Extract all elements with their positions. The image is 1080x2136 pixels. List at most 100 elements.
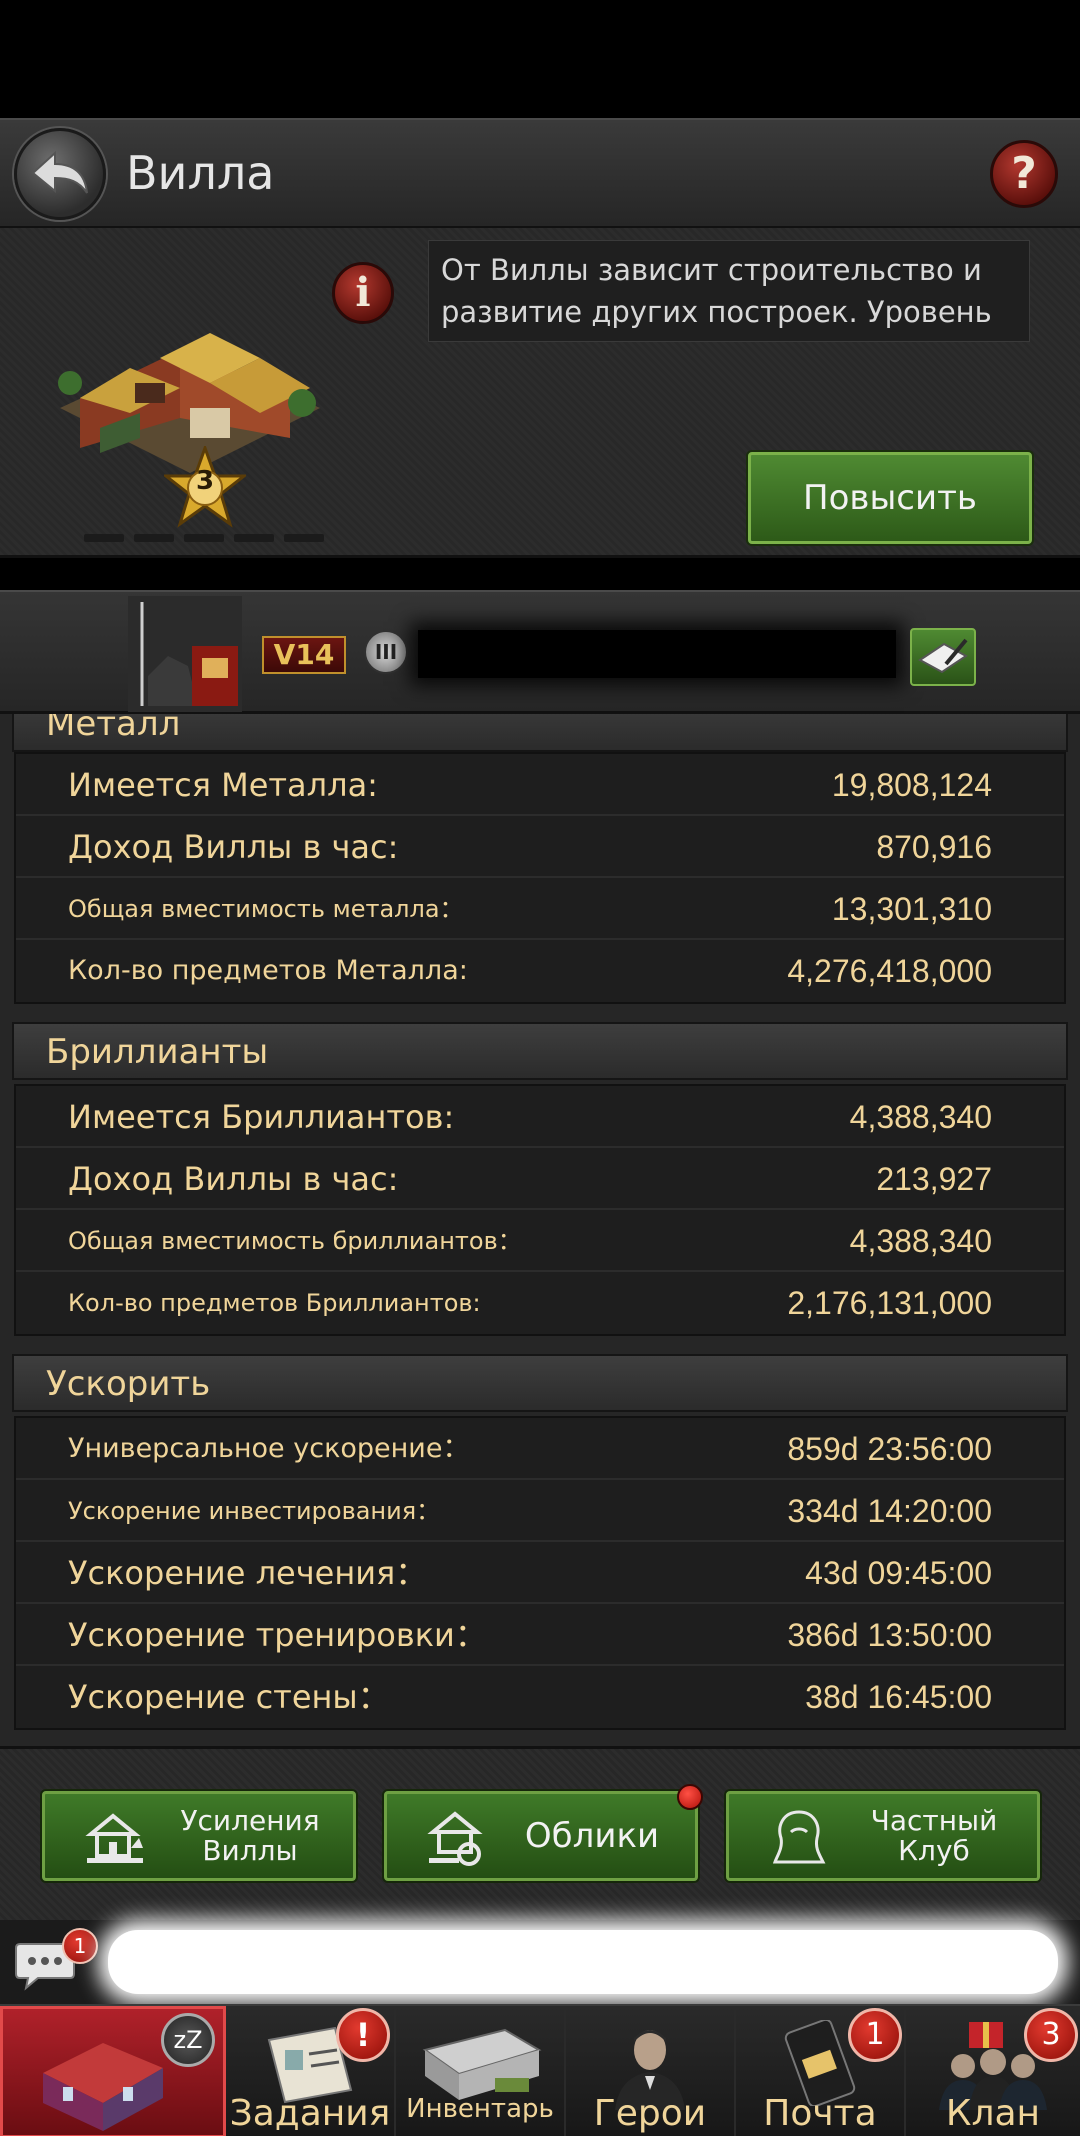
building-panel: 3 i От Виллы зависит строительство и раз…	[0, 228, 1080, 558]
skins-button[interactable]: Облики	[384, 1784, 703, 1881]
nav-heroes[interactable]: Герои	[566, 2006, 736, 2136]
metal-section: Имеется Металла: 19,808,124 Доход Виллы …	[14, 752, 1066, 1004]
diamonds-section: Имеется Бриллиантов: 4,388,340 Доход Вил…	[14, 1084, 1066, 1336]
player-avatar[interactable]	[128, 596, 242, 712]
metal-section-header: Металл	[12, 714, 1068, 752]
back-arrow-icon	[31, 150, 88, 194]
row-value: 4,276,418,000	[787, 953, 992, 989]
nav-clan[interactable]: 3 Клан	[906, 2006, 1080, 2136]
action-bar: Усиления Виллы Облики Частный Клуб	[0, 1746, 1080, 1920]
row-label: Имеется Металла:	[68, 766, 378, 804]
row-label: Кол-во предметов Бриллиантов:	[68, 1289, 481, 1317]
nav-label: Инвентарь	[406, 2094, 554, 2124]
list-item: Ускорение инвестирования： 334d 14:20:00	[16, 1480, 1064, 1542]
private-club-button[interactable]: Частный Клуб	[726, 1791, 1040, 1881]
skins-notification-dot	[677, 1784, 703, 1810]
chat-bar[interactable]: 1	[0, 1920, 1080, 2004]
row-label: Ускорение стены：	[68, 1678, 390, 1716]
header-bar: Вилла ?	[0, 118, 1080, 228]
row-value: 4,388,340	[849, 1099, 992, 1135]
nav-inventory[interactable]: Инвентарь	[396, 2006, 566, 2136]
list-item: Кол-во предметов Бриллиантов: 2,176,131,…	[16, 1272, 1064, 1334]
player-strip: V14 III	[0, 590, 1080, 714]
progress-segment	[134, 534, 174, 542]
section-title: Металл	[46, 714, 181, 744]
list-item: Имеется Металла: 19,808,124	[16, 754, 1064, 816]
private-club-line2: Клуб	[898, 1834, 970, 1867]
row-value: 213,927	[876, 1161, 992, 1197]
section-title: Бриллианты	[46, 1032, 269, 1072]
level-progress	[84, 534, 324, 542]
row-value: 334d 14:20:00	[787, 1493, 992, 1529]
list-item: Общая вместимость бриллиантов： 4,388,340	[16, 1210, 1064, 1272]
nav-label: Клан	[945, 2093, 1041, 2134]
speedup-section-header: Ускорить	[12, 1354, 1068, 1412]
chat-unread-badge: 1	[62, 1928, 98, 1964]
progress-segment	[184, 534, 224, 542]
row-label: Общая вместимость металла：	[68, 895, 464, 923]
nav-label: Задания	[229, 2093, 391, 2134]
bottom-nav: zZ ! Задания Инвентарь Герои 1 Почта 3 К…	[0, 2004, 1080, 2136]
list-item: Доход Виллы в час: 213,927	[16, 1148, 1064, 1210]
row-value: 386d 13:50:00	[787, 1617, 992, 1653]
row-label: Ускорение тренировки：	[68, 1616, 487, 1654]
row-value: 43d 09:45:00	[805, 1555, 992, 1591]
quests-alert-badge: !	[336, 2008, 390, 2062]
list-item: Кол-во предметов Металла: 4,276,418,000	[16, 940, 1064, 1002]
row-value: 19,808,124	[831, 767, 992, 803]
list-item: Ускорение стены： 38d 16:45:00	[16, 1666, 1064, 1728]
row-value: 859d 23:56:00	[787, 1431, 992, 1467]
page-title: Вилла	[126, 146, 275, 200]
house-upgrade-icon	[85, 1813, 143, 1863]
info-button[interactable]: i	[332, 262, 394, 324]
upgrade-button[interactable]: Повысить	[748, 452, 1032, 544]
villa-boosts-line2: Виллы	[202, 1834, 298, 1867]
help-button[interactable]: ?	[990, 140, 1058, 208]
edit-button[interactable]	[910, 628, 976, 686]
private-club-line1: Частный	[870, 1804, 998, 1837]
progress-segment	[284, 534, 324, 542]
skins-label: Облики	[524, 1816, 660, 1856]
back-button[interactable]	[14, 128, 106, 220]
row-label: Общая вместимость бриллиантов：	[68, 1227, 522, 1255]
row-value: 2,176,131,000	[787, 1285, 992, 1321]
player-name-redacted	[418, 630, 896, 678]
private-club-label: Частный Клуб	[841, 1794, 1027, 1878]
villa-boosts-button[interactable]: Усиления Виллы	[42, 1791, 356, 1881]
list-item: Универсальное ускорение： 859d 23:56:00	[16, 1418, 1064, 1480]
lady-silhouette-icon	[772, 1810, 826, 1864]
row-label: Универсальное ускорение：	[68, 1433, 470, 1464]
nav-villa[interactable]: zZ	[0, 2006, 226, 2136]
row-label: Имеется Бриллиантов:	[68, 1098, 455, 1136]
row-label: Доход Виллы в час:	[68, 828, 399, 866]
list-item: Ускорение лечения： 43d 09:45:00	[16, 1542, 1064, 1604]
speedup-section: Универсальное ускорение： 859d 23:56:00 У…	[14, 1416, 1066, 1730]
list-item: Ускорение тренировки： 386d 13:50:00	[16, 1604, 1064, 1666]
list-item: Имеется Бриллиантов: 4,388,340	[16, 1086, 1064, 1148]
nav-quests[interactable]: ! Задания	[226, 2006, 396, 2136]
mail-unread-badge: 1	[848, 2008, 902, 2062]
clan-badge: 3	[1024, 2008, 1078, 2062]
row-label: Доход Виллы в час:	[68, 1160, 399, 1198]
vip-level-badge: V14	[262, 636, 346, 674]
progress-segment	[84, 534, 124, 542]
row-label: Ускорение лечения：	[68, 1554, 428, 1592]
row-value: 38d 16:45:00	[805, 1679, 992, 1715]
list-item: Общая вместимость металла： 13,301,310	[16, 878, 1064, 940]
row-label: Ускорение инвестирования：	[68, 1497, 441, 1525]
resource-scroll-area[interactable]: Металл Имеется Металла: 19,808,124 Доход…	[0, 714, 1080, 1746]
house-refresh-icon	[427, 1811, 483, 1866]
progress-segment	[234, 534, 274, 542]
chat-message-redacted[interactable]	[108, 1930, 1058, 1994]
nav-label: Герои	[593, 2093, 707, 2134]
villa-boosts-label: Усиления Виллы	[157, 1794, 343, 1878]
row-label: Кол-во предметов Металла:	[68, 955, 468, 986]
row-value: 4,388,340	[849, 1223, 992, 1259]
status-bar	[0, 0, 1080, 118]
section-title: Ускорить	[46, 1364, 211, 1404]
rank-badge: III	[364, 630, 408, 674]
row-value: 870,916	[876, 829, 992, 865]
nav-label: Почта	[763, 2093, 877, 2134]
building-level: 3	[195, 466, 215, 496]
nav-mail[interactable]: 1 Почта	[736, 2006, 906, 2136]
